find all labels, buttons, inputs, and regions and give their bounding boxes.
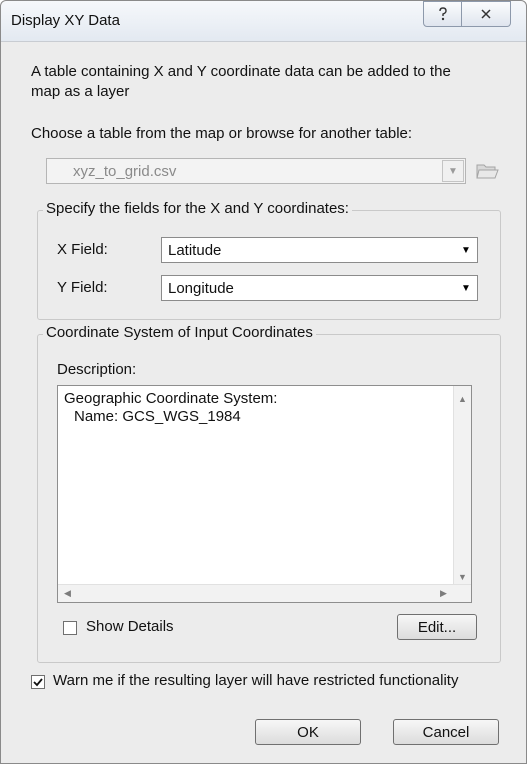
folder-open-icon bbox=[476, 164, 499, 179]
choose-table-label: Choose a table from the map or browse fo… bbox=[31, 125, 413, 142]
show-details-label: Show Details bbox=[86, 618, 174, 635]
scroll-down-icon[interactable]: ▼ bbox=[458, 572, 467, 582]
help-icon bbox=[439, 7, 447, 21]
title-bar: Display XY Data bbox=[1, 1, 526, 42]
close-button[interactable] bbox=[461, 1, 511, 27]
edit-button[interactable]: Edit... bbox=[397, 614, 477, 640]
horizontal-scrollbar[interactable]: ◀ ▶ bbox=[58, 584, 471, 602]
vertical-scrollbar[interactable]: ▲ ▼ bbox=[453, 386, 471, 586]
dropdown-arrow-icon: ▼ bbox=[461, 282, 471, 294]
fields-group: Specify the fields for the X and Y coord… bbox=[37, 200, 501, 320]
x-field-label: X Field: bbox=[57, 241, 108, 258]
window-title: Display XY Data bbox=[11, 12, 120, 29]
warn-checkbox[interactable] bbox=[31, 675, 45, 689]
scroll-right-icon[interactable]: ▶ bbox=[440, 588, 447, 599]
show-details-checkbox[interactable] bbox=[63, 621, 77, 635]
warn-label: Warn me if the resulting layer will have… bbox=[53, 672, 459, 689]
scroll-up-icon[interactable]: ▲ bbox=[458, 394, 467, 404]
close-icon bbox=[481, 9, 491, 19]
intro-line-2: map as a layer bbox=[31, 83, 130, 100]
dropdown-arrow-icon: ▼ bbox=[461, 244, 471, 256]
checkmark-icon bbox=[33, 678, 43, 687]
coordinate-system-legend: Coordinate System of Input Coordinates bbox=[43, 324, 316, 341]
dropdown-arrow-icon: ▼ bbox=[442, 160, 464, 182]
x-field-select[interactable]: Latitude ▼ bbox=[161, 237, 478, 263]
y-field-value: Longitude bbox=[168, 280, 234, 297]
help-button[interactable] bbox=[423, 1, 463, 27]
cancel-button[interactable]: Cancel bbox=[393, 719, 499, 745]
browse-button[interactable] bbox=[473, 158, 501, 184]
description-label: Description: bbox=[57, 361, 137, 378]
y-field-select[interactable]: Longitude ▼ bbox=[161, 275, 478, 301]
intro-line-1: A table containing X and Y coordinate da… bbox=[31, 63, 451, 80]
fields-group-legend: Specify the fields for the X and Y coord… bbox=[43, 200, 352, 217]
table-select-value: xyz_to_grid.csv bbox=[73, 163, 177, 180]
display-xy-data-dialog: Display XY Data A table containing X and… bbox=[0, 0, 527, 764]
scroll-left-icon[interactable]: ◀ bbox=[64, 588, 71, 599]
description-line-1: Geographic Coordinate System: bbox=[64, 390, 278, 407]
description-line-2: Name: GCS_WGS_1984 bbox=[74, 408, 241, 425]
y-field-label: Y Field: bbox=[57, 279, 108, 296]
table-select[interactable]: xyz_to_grid.csv ▼ bbox=[46, 158, 466, 184]
ok-button[interactable]: OK bbox=[255, 719, 361, 745]
description-box[interactable]: Geographic Coordinate System: Name: GCS_… bbox=[57, 385, 472, 603]
x-field-value: Latitude bbox=[168, 242, 222, 259]
